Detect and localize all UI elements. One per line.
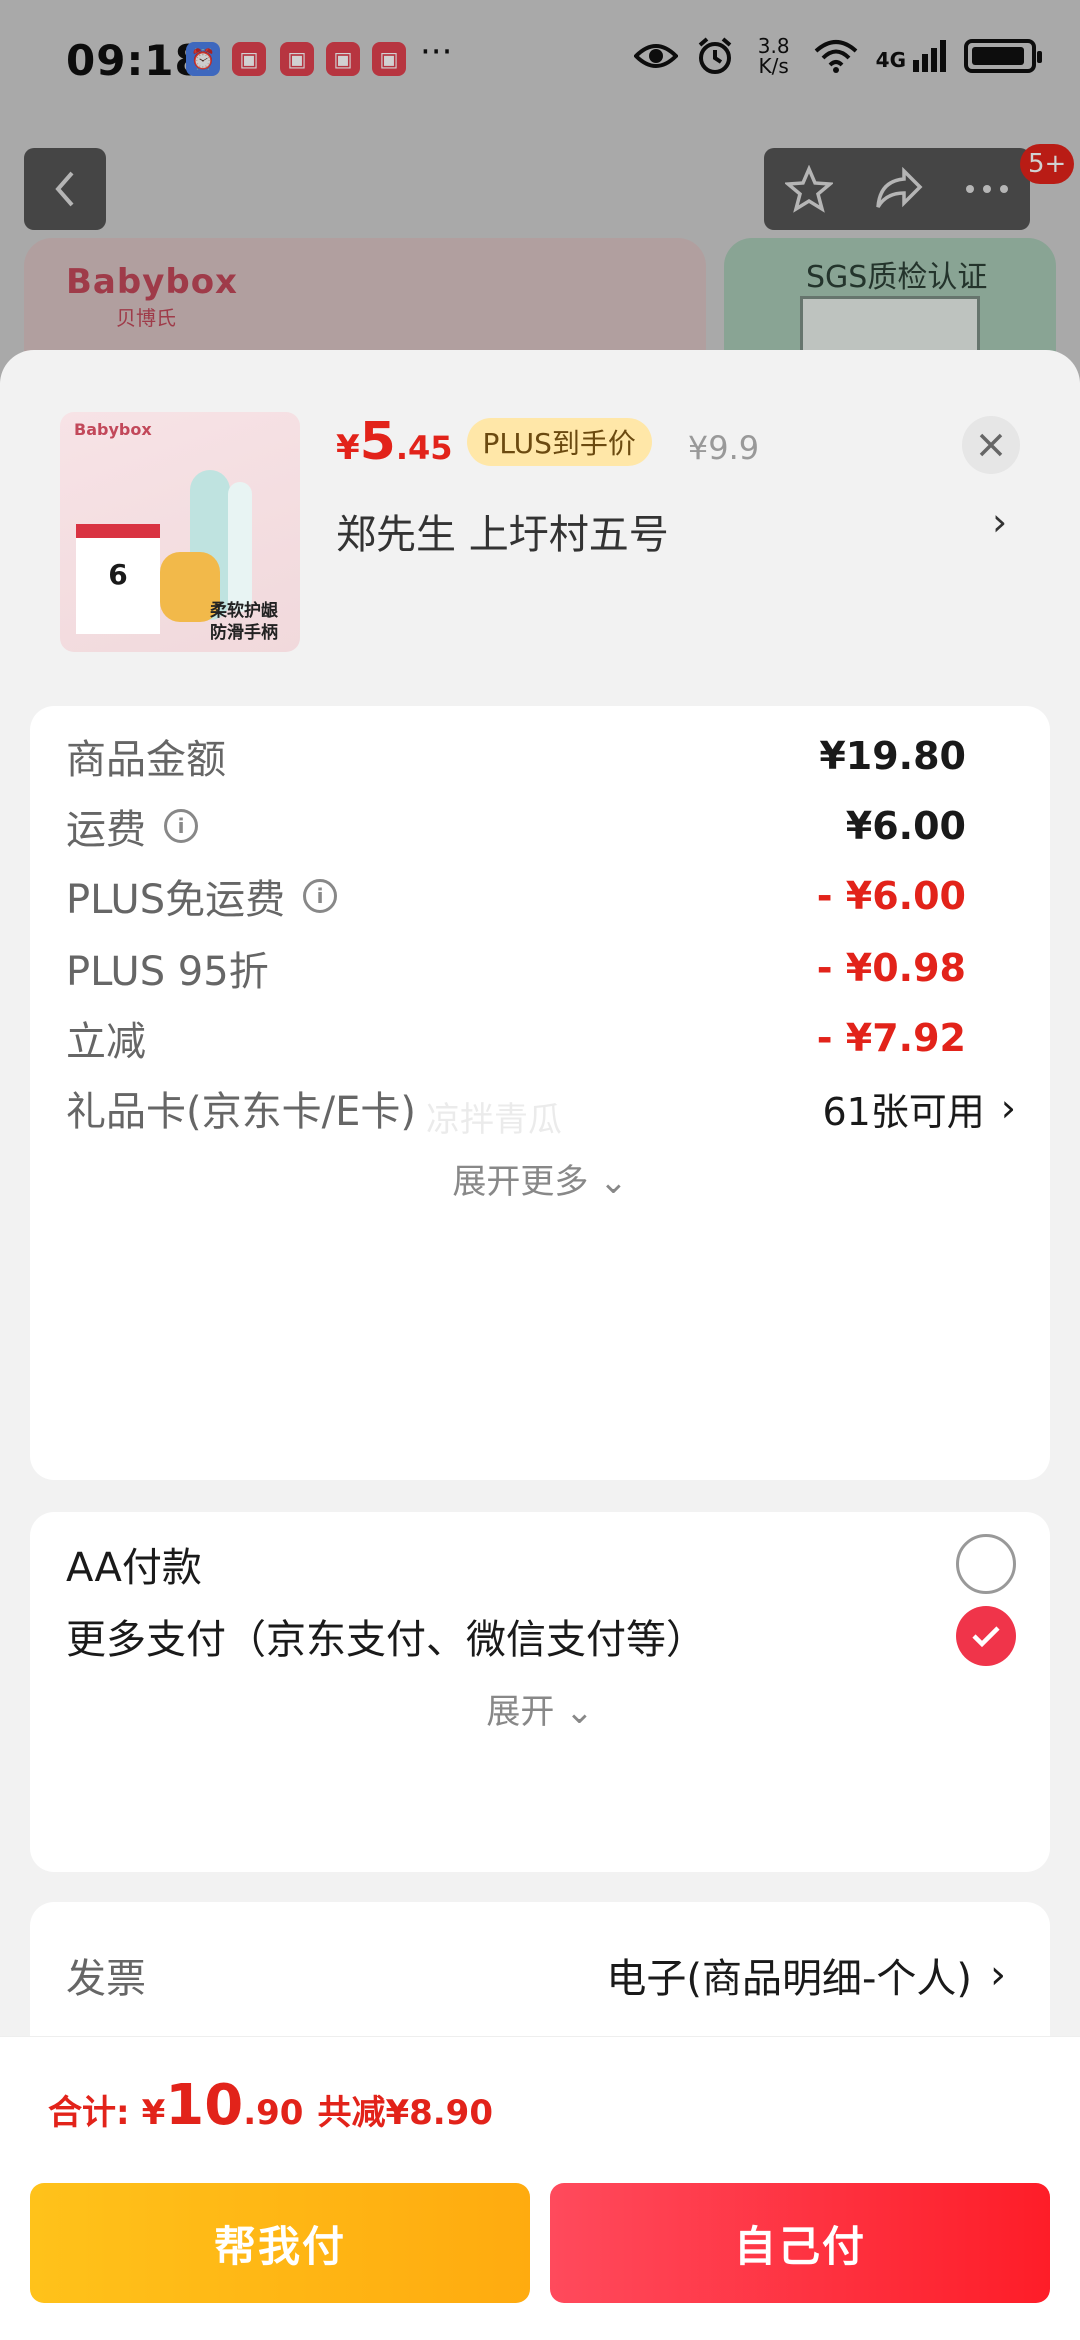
radio-checked[interactable] [956,1606,1016,1666]
radio-unchecked[interactable] [956,1534,1016,1594]
chevron-right-icon: › [1000,1086,1016,1130]
total-saved: 共减¥8.90 [317,2093,493,2133]
close-button[interactable] [962,416,1020,474]
info-icon[interactable]: i [303,879,338,913]
shipping-address[interactable]: 郑先生 上圩村五号 [336,502,669,560]
checkout-footer: 合计: ¥ 10 .90 共减¥8.90 帮我付 自己付 [0,2036,1080,2340]
check-icon [972,1626,1000,1648]
help-me-pay-button[interactable]: 帮我付 [30,2183,530,2303]
order-total: 合计: ¥ 10 .90 共减¥8.90 [48,2073,493,2138]
product-thumbnail: Babybox 6 柔软护龈 防滑手柄 [60,412,300,652]
fee-row-plus-discount: PLUS 95折 - ¥0.98 [66,946,966,995]
fee-row-goods: 商品金额 ¥19.80 [66,734,966,783]
info-icon[interactable]: i [164,809,198,843]
expand-payment-button[interactable]: 展开 ⌄ [30,1684,1050,1733]
payment-option-aa[interactable]: AA付款 [66,1532,1016,1596]
chevron-down-icon: ⌄ [599,1162,628,1202]
chevron-down-icon: ⌄ [565,1692,594,1732]
close-icon [979,433,1003,457]
fee-row-shipping: 运费 i ¥6.00 [66,804,966,853]
fee-row-plus-free-shipping: PLUS免运费 i - ¥6.00 [66,874,966,923]
pay-myself-button[interactable]: 自己付 [550,2183,1050,2303]
original-price: ¥9.9 [687,429,760,467]
fee-row-instant-discount: 立减 - ¥7.92 [66,1016,966,1065]
chevron-right-icon[interactable]: › [992,500,1007,544]
product-price: ¥ 5 .45 PLUS到手价 ¥9.9 [336,412,760,472]
chevron-right-icon: › [990,1952,1006,1998]
expand-more-button[interactable]: 展开更多 ⌄ [30,1154,1050,1203]
watermark: 凉拌青瓜 [426,1100,562,1140]
invoice-row[interactable]: 发票 电子(商品明细-个人) › [66,1946,1006,2004]
payment-method-card: AA付款 更多支付（京东支付、微信支付等） 展开 ⌄ [30,1512,1050,1872]
plus-price-tag: PLUS到手价 [466,418,652,466]
payment-option-more[interactable]: 更多支付（京东支付、微信支付等） [66,1604,1016,1668]
